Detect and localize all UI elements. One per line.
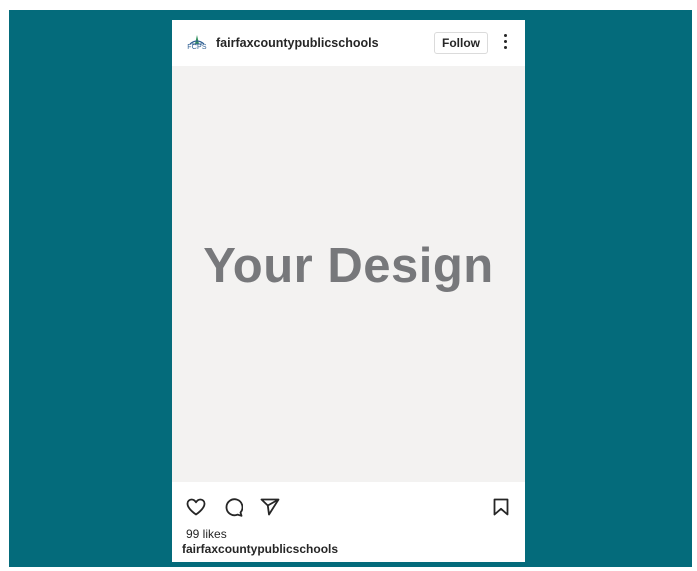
post-actions-bar: 99 likes fairfaxcountypublicschools [172, 482, 525, 562]
bookmark-icon[interactable] [493, 498, 509, 516]
comment-icon[interactable] [223, 498, 243, 517]
share-icon[interactable] [260, 498, 280, 516]
post-media: Your Design [172, 66, 525, 482]
caption-username[interactable]: fairfaxcountypublicschools [182, 542, 338, 556]
vertical-ellipsis-icon[interactable] [500, 34, 510, 52]
post-username[interactable]: fairfaxcountypublicschools [216, 36, 379, 50]
instagram-post-card: FCPS fairfaxcountypublicschools Follow Y… [172, 20, 525, 562]
fcps-logo-text: FCPS [187, 44, 207, 51]
likes-count[interactable]: 99 likes [186, 527, 227, 541]
media-placeholder-text: Your Design [203, 239, 494, 293]
post-header: FCPS fairfaxcountypublicschools Follow [172, 20, 525, 66]
fcps-logo[interactable]: FCPS [186, 32, 208, 54]
heart-icon[interactable] [186, 498, 206, 516]
follow-button[interactable]: Follow [434, 32, 488, 54]
